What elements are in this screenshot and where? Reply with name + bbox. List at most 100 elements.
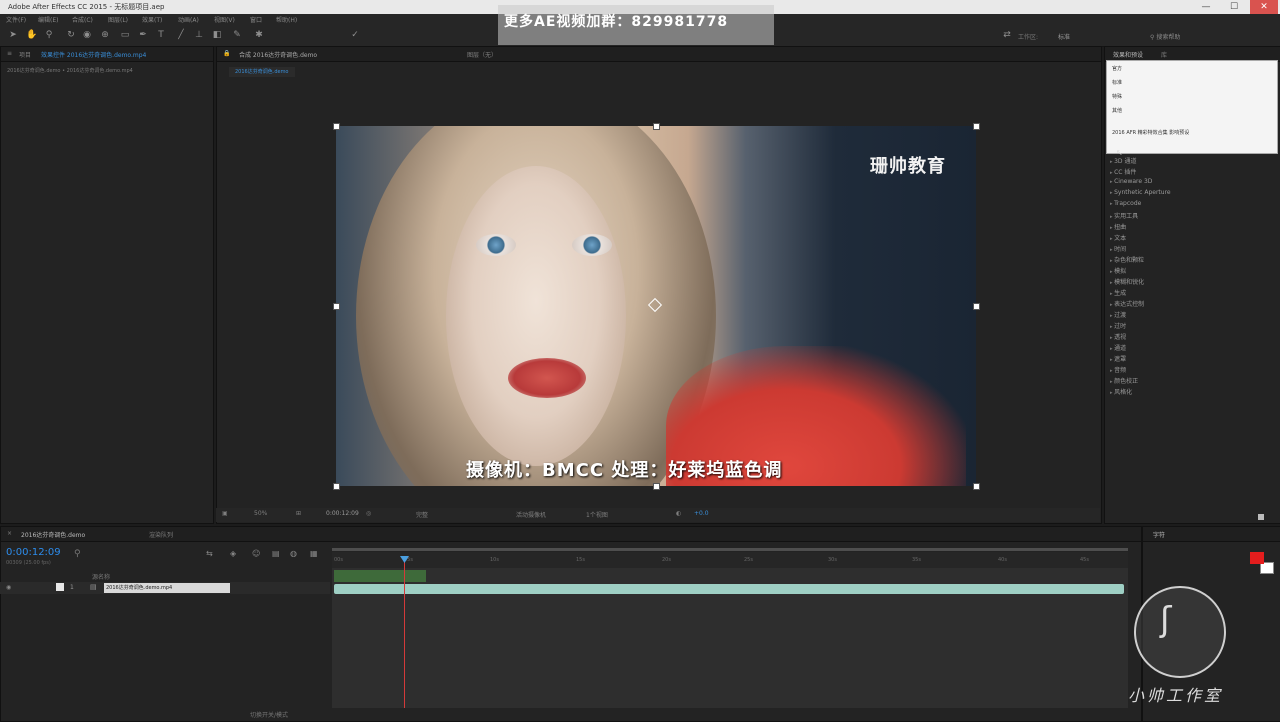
rotate-tool-icon[interactable]: ↻ (66, 30, 76, 40)
tab-library[interactable]: 库 (1161, 50, 1167, 59)
transform-handle[interactable] (653, 483, 660, 490)
menu-effect[interactable]: 效果(T) (142, 15, 162, 24)
panel-menu-icon[interactable]: ≡ (7, 50, 12, 57)
toggle-switches-modes[interactable]: 切换开关/模式 (250, 710, 288, 719)
pen-tool-icon[interactable]: ✒ (138, 30, 148, 40)
tab-project[interactable]: 项目 (19, 50, 31, 59)
transform-handle[interactable] (333, 483, 340, 490)
camera-snapshot-icon[interactable]: ◎ (366, 510, 371, 517)
shy-layers-icon[interactable]: ☺ (252, 549, 260, 558)
effect-category[interactable]: 颜色校正 (1110, 376, 1138, 385)
rectangle-tool-icon[interactable]: ▭ (120, 30, 130, 40)
pan-behind-tool-icon[interactable]: ⊕ (100, 30, 110, 40)
effect-category[interactable]: 通道 (1110, 343, 1126, 352)
menu-file[interactable]: 文件(F) (6, 15, 26, 24)
snapping-icon[interactable]: ✓ (350, 30, 360, 40)
resize-handle-icon[interactable] (1258, 514, 1264, 520)
dropdown-item[interactable]: 其他 (1112, 107, 1122, 114)
effect-category[interactable]: 模拟 (1110, 266, 1126, 275)
draft-3d-icon[interactable]: ◈ (230, 549, 236, 558)
effect-category[interactable]: 3D 通道 (1110, 156, 1136, 165)
puppet-tool-icon[interactable]: ✱ (254, 30, 264, 40)
close-button[interactable]: ✕ (1250, 0, 1278, 14)
effect-category[interactable]: Synthetic Aperture (1110, 189, 1171, 196)
layer-duration-bar[interactable] (334, 584, 1124, 594)
workspace-select[interactable]: 标准 (1058, 32, 1070, 41)
timeline-close-icon[interactable]: × (7, 530, 12, 537)
roto-brush-tool-icon[interactable]: ✎ (232, 30, 242, 40)
grid-icon[interactable]: ⊞ (296, 510, 301, 517)
effect-category[interactable]: 实用工具 (1110, 211, 1138, 220)
resolution-select[interactable]: 完整 (416, 510, 428, 519)
effect-category[interactable]: 扭曲 (1110, 222, 1126, 231)
effect-category[interactable]: CC 插件 (1110, 167, 1136, 176)
effect-category[interactable]: 过渡 (1110, 310, 1126, 319)
views-select[interactable]: 1个视图 (586, 510, 608, 519)
menu-edit[interactable]: 编辑(E) (38, 15, 58, 24)
menu-animation[interactable]: 动画(A) (178, 15, 199, 24)
layer-label-color[interactable] (56, 583, 64, 591)
hand-tool-icon[interactable]: ✋ (26, 30, 37, 40)
menu-view[interactable]: 视图(V) (214, 15, 235, 24)
effect-category[interactable]: 生成 (1110, 288, 1126, 297)
type-tool-icon[interactable]: T (156, 30, 166, 40)
work-area-bar[interactable] (332, 548, 1128, 551)
sync-icon[interactable]: ⇄ (1000, 30, 1014, 40)
frame-blending-icon[interactable]: ▤ (272, 549, 280, 558)
graph-editor-icon[interactable]: ▦ (310, 549, 318, 558)
exposure-value[interactable]: +0.0 (694, 510, 709, 517)
transform-handle[interactable] (973, 303, 980, 310)
motion-blur-icon[interactable]: ◍ (290, 549, 297, 558)
comp-chip[interactable]: 2016达芬奇调色.demo (229, 67, 295, 77)
clone-stamp-tool-icon[interactable]: ⊥ (194, 30, 204, 40)
dropdown-item[interactable]: 标准 (1112, 79, 1122, 86)
brush-tool-icon[interactable]: ╱ (176, 30, 186, 40)
visibility-eye-icon[interactable]: ◉ (6, 584, 11, 591)
menu-window[interactable]: 窗口 (250, 15, 262, 24)
maximize-button[interactable]: ☐ (1220, 0, 1248, 14)
camera-tool-icon[interactable]: ◉ (82, 30, 92, 40)
effect-category[interactable]: Trapcode (1110, 200, 1141, 207)
tab-composition[interactable]: 合成 2016达芬奇调色.demo (239, 50, 317, 59)
dropdown-item[interactable]: 2016 AFR 精彩特效合集 影响预设 (1112, 129, 1189, 136)
transform-handle[interactable] (333, 303, 340, 310)
dropdown-item[interactable]: 特殊 (1112, 93, 1122, 100)
effect-category[interactable]: 透视 (1110, 332, 1126, 341)
zoom-select[interactable]: 50% (254, 510, 267, 517)
tab-effect-controls[interactable]: 效果控件 2016达芬奇调色.demo.mp4 (41, 50, 146, 59)
effect-category[interactable]: 遮罩 (1110, 354, 1126, 363)
effect-category[interactable]: 模糊和锐化 (1110, 277, 1144, 286)
comp-mini-flowchart-icon[interactable]: ⇆ (206, 549, 213, 558)
effect-category[interactable]: 音频 (1110, 365, 1126, 374)
layer-name[interactable]: 2016达芬奇调色.demo.mp4 (104, 583, 230, 593)
menu-composition[interactable]: 合成(C) (72, 15, 93, 24)
viewer-lock-icon[interactable]: 🔒 (223, 50, 230, 57)
eraser-tool-icon[interactable]: ◧ (212, 30, 222, 40)
tab-effects-presets[interactable]: 效果和预设 (1113, 50, 1143, 59)
search-icon[interactable]: ⚲ (74, 549, 81, 559)
time-ruler[interactable]: 00s 05s 10s 15s 20s 25s 30s 35s 40s 45s (332, 552, 1128, 568)
fill-color-swatch[interactable] (1250, 552, 1264, 564)
camera-select[interactable]: 活动摄像机 (516, 510, 546, 519)
effect-category[interactable]: 过时 (1110, 321, 1126, 330)
always-preview-icon[interactable]: ▣ (222, 510, 228, 517)
tab-character[interactable]: 字符 (1153, 530, 1165, 539)
effect-category[interactable]: 表达式控制 (1110, 299, 1144, 308)
transform-handle[interactable] (333, 123, 340, 130)
playhead-line[interactable] (404, 556, 405, 708)
viewer-timecode[interactable]: 0:00:12:09 (326, 510, 359, 517)
search-help-field[interactable]: ⚲ 搜索帮助 (1150, 32, 1180, 41)
menu-layer[interactable]: 图层(L) (108, 15, 128, 24)
dropdown-item[interactable]: 官方 (1112, 65, 1122, 72)
tab-layer[interactable]: 图层（无） (467, 50, 497, 59)
exposure-icon[interactable]: ◐ (676, 510, 681, 517)
tab-timeline[interactable]: 2016达芬奇调色.demo (21, 530, 85, 539)
zoom-tool-icon[interactable]: ⚲ (44, 30, 54, 40)
selection-tool-icon[interactable]: ➤ (8, 30, 18, 40)
menu-help[interactable]: 帮助(H) (276, 15, 297, 24)
effect-category[interactable]: 时间 (1110, 244, 1126, 253)
effect-category[interactable]: 风格化 (1110, 387, 1132, 396)
timeline-current-time[interactable]: 0:00:12:09 (6, 547, 61, 558)
tab-render-queue[interactable]: 渲染队列 (149, 530, 173, 539)
transform-handle[interactable] (973, 123, 980, 130)
